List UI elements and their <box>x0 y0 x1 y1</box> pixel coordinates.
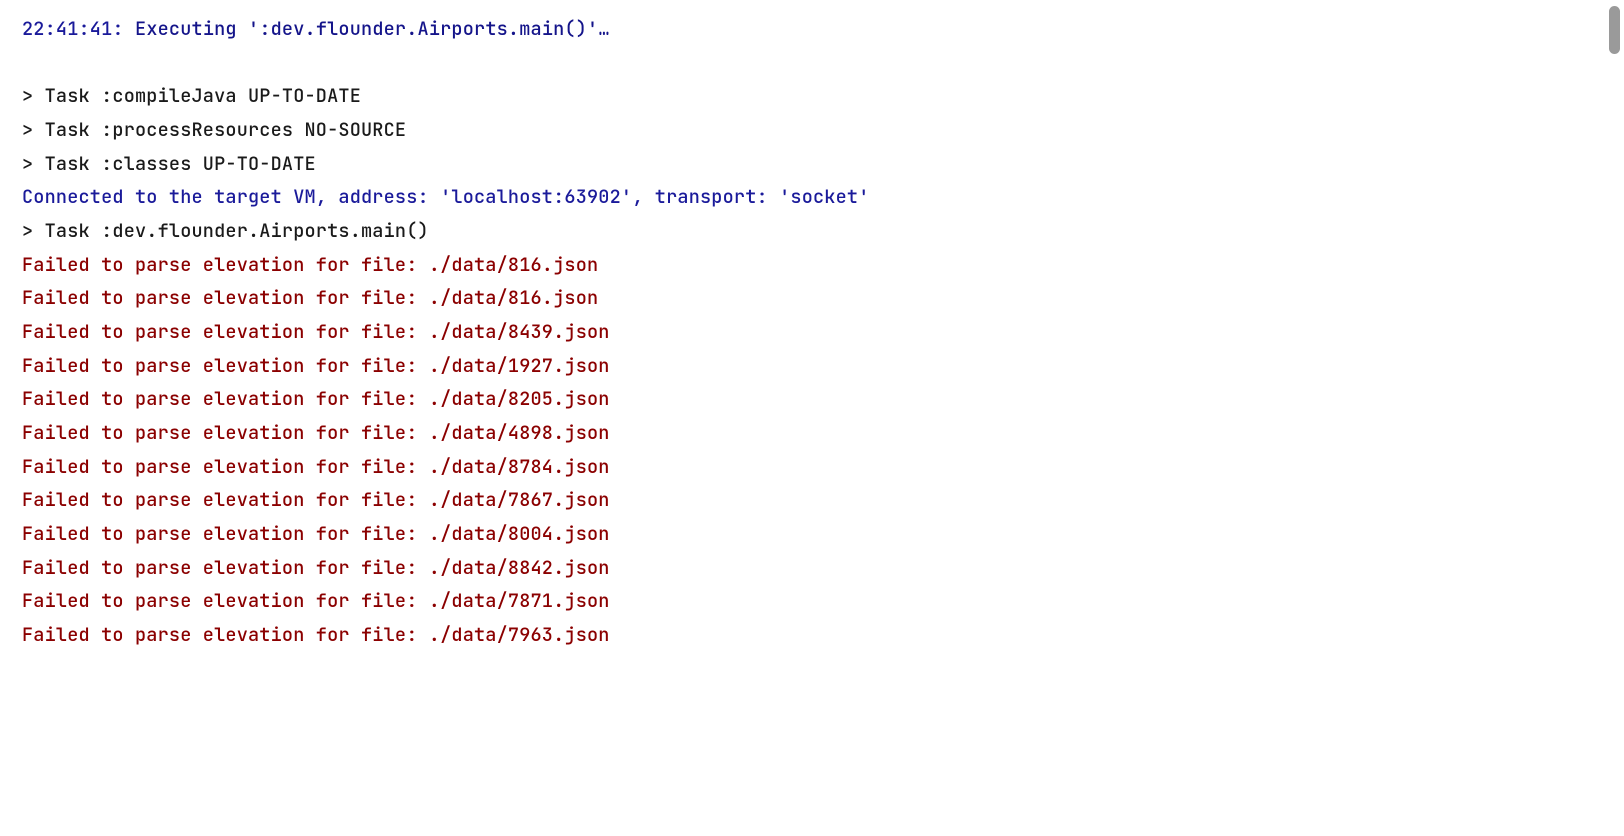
task-main-line: > Task :dev.flounder.Airports.main() <box>22 214 1624 248</box>
console-output[interactable]: 22:41:41: Executing ':dev.flounder.Airpo… <box>22 12 1624 651</box>
error-line: Failed to parse elevation for file: ./da… <box>22 618 1624 652</box>
error-line: Failed to parse elevation for file: ./da… <box>22 349 1624 383</box>
error-line: Failed to parse elevation for file: ./da… <box>22 248 1624 282</box>
scrollbar-thumb[interactable] <box>1609 6 1620 54</box>
blank-line <box>22 46 1624 80</box>
error-line: Failed to parse elevation for file: ./da… <box>22 483 1624 517</box>
executing-label: Executing <box>135 16 248 41</box>
error-line: Failed to parse elevation for file: ./da… <box>22 315 1624 349</box>
error-line: Failed to parse elevation for file: ./da… <box>22 450 1624 484</box>
error-line: Failed to parse elevation for file: ./da… <box>22 551 1624 585</box>
error-line: Failed to parse elevation for file: ./da… <box>22 281 1624 315</box>
error-line: Failed to parse elevation for file: ./da… <box>22 517 1624 551</box>
task-line: > Task :compileJava UP-TO-DATE <box>22 79 1624 113</box>
timestamp: 22:41:41: <box>22 16 135 41</box>
executing-command: ':dev.flounder.Airports.main()'… <box>248 16 610 41</box>
executing-line: 22:41:41: Executing ':dev.flounder.Airpo… <box>22 12 1624 46</box>
task-line: > Task :processResources NO-SOURCE <box>22 113 1624 147</box>
vm-connection-line: Connected to the target VM, address: 'lo… <box>22 180 1624 214</box>
error-line: Failed to parse elevation for file: ./da… <box>22 382 1624 416</box>
error-line: Failed to parse elevation for file: ./da… <box>22 416 1624 450</box>
task-line: > Task :classes UP-TO-DATE <box>22 147 1624 181</box>
error-line: Failed to parse elevation for file: ./da… <box>22 584 1624 618</box>
